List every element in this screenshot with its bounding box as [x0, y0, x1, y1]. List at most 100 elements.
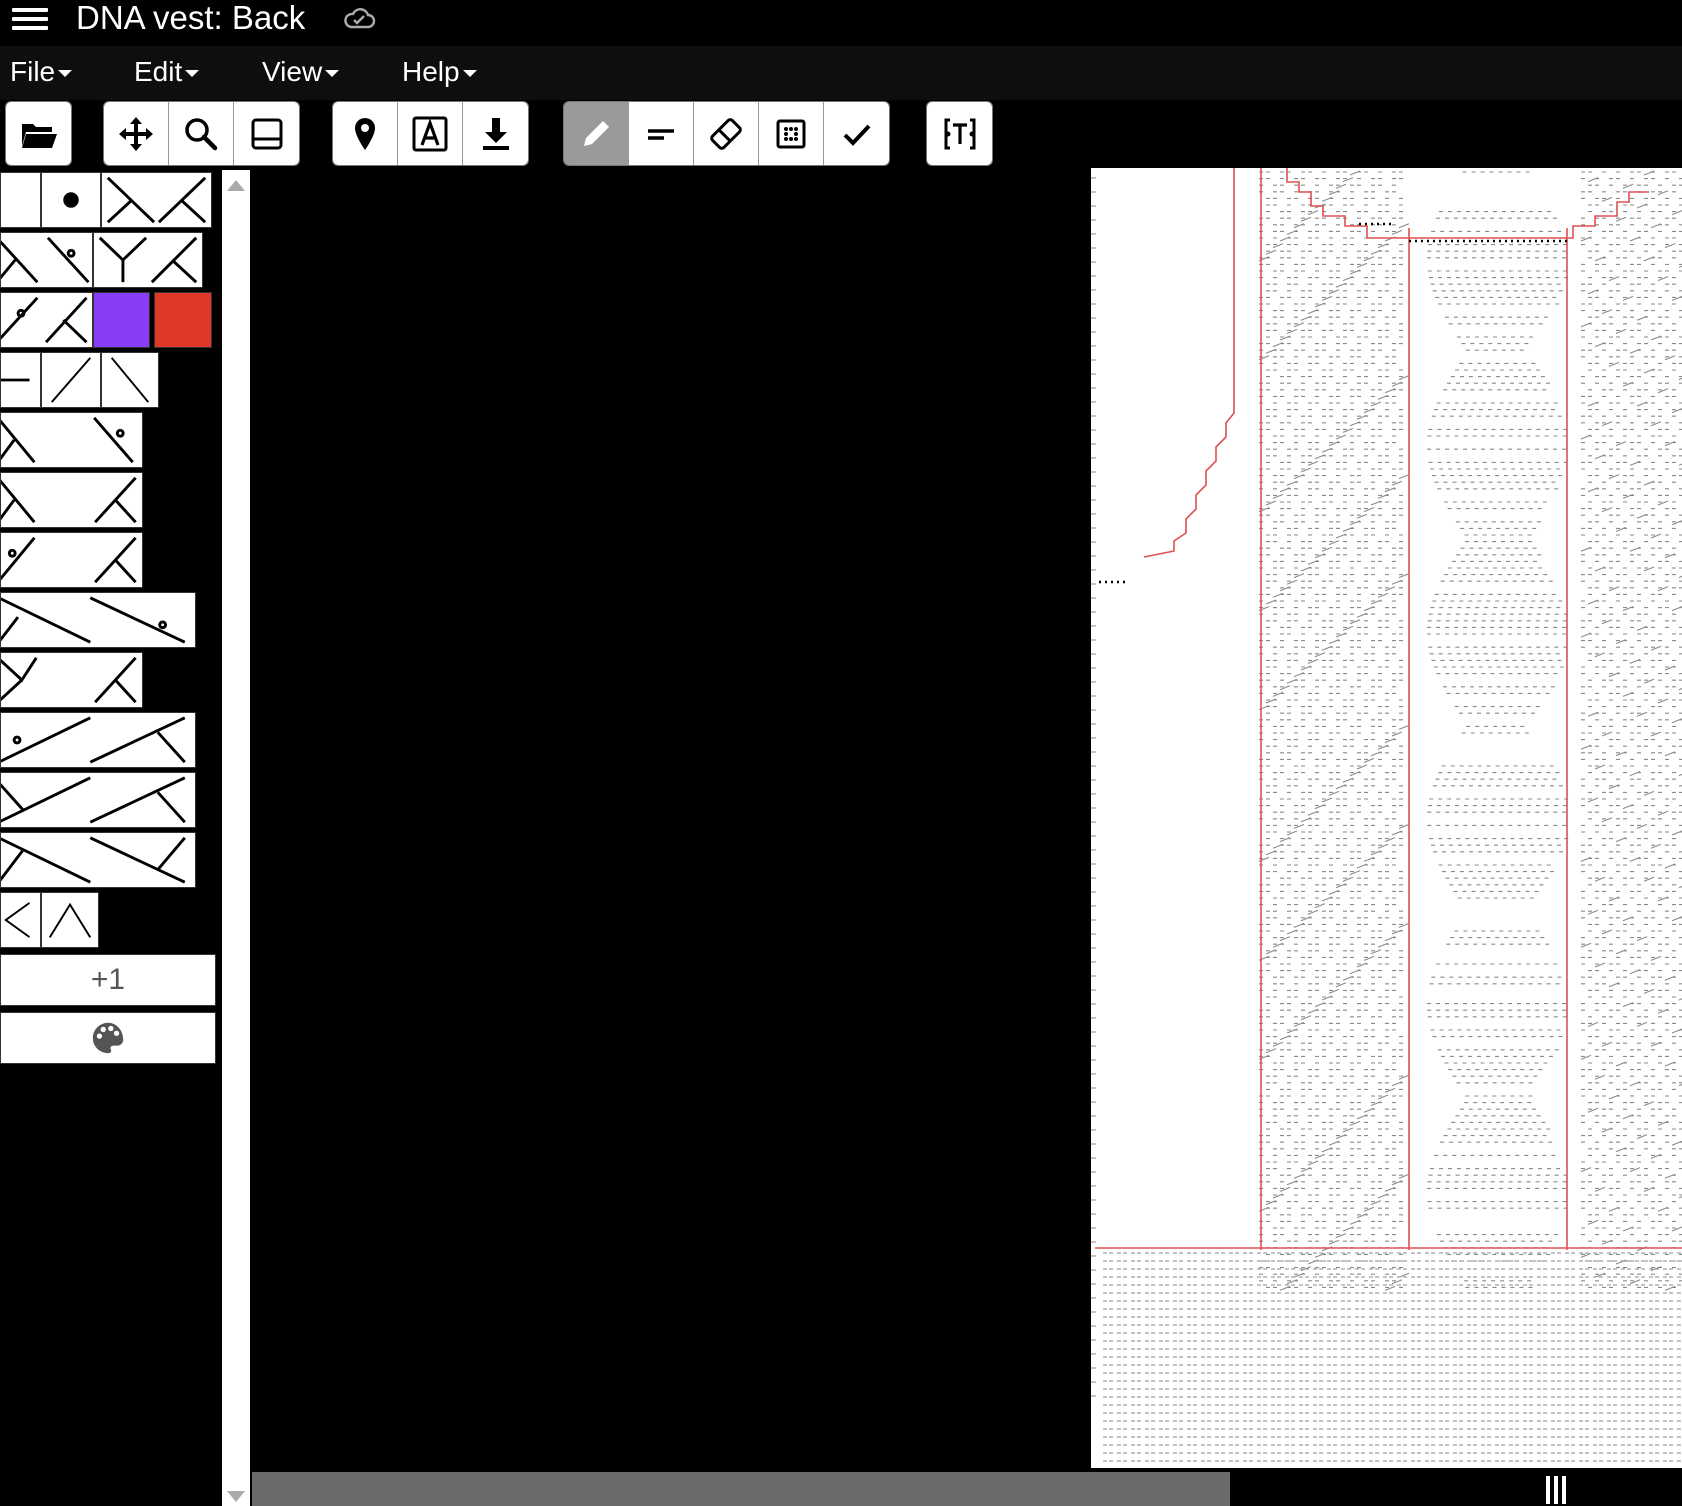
scroll-grip-icon[interactable]: [1542, 1476, 1572, 1504]
slash-right-icon: [50, 357, 92, 403]
map-pin-icon: [355, 117, 375, 150]
check-button[interactable]: [824, 102, 889, 165]
menu-view-label: View: [262, 56, 323, 87]
folder-open-icon: [21, 123, 57, 148]
panel-icon: [251, 118, 282, 149]
cloud-sync-icon[interactable]: [342, 6, 376, 32]
cable-right-icon: [98, 236, 198, 284]
toolbar-group-view: [103, 101, 300, 166]
menu-file-label: File: [10, 56, 56, 87]
cable-symbol-k[interactable]: [0, 832, 196, 888]
cable-long-purl-icon: [1, 716, 186, 764]
chevron-down-icon: [58, 70, 73, 78]
toolbar: [0, 100, 1682, 168]
title-bar: DNA vest: Back: [0, 0, 1682, 46]
toolbar-group-markers: [332, 101, 529, 166]
panel-button[interactable]: [234, 102, 299, 165]
scroll-up-arrow-icon[interactable]: [227, 180, 245, 191]
zoom-button[interactable]: [169, 102, 234, 165]
cable-left-icon: [1, 236, 90, 284]
cable-cross-symbol[interactable]: [101, 172, 212, 228]
cable-symbol-h[interactable]: [0, 652, 143, 708]
horizontal-scroll-thumb[interactable]: [252, 1472, 1230, 1506]
cable-symbol-i[interactable]: [0, 712, 196, 768]
toolbar-group-edit: [563, 101, 890, 166]
add-symbol-button[interactable]: +1: [0, 954, 216, 1006]
cable-symbol-b[interactable]: [93, 232, 203, 288]
chevron-down-icon: [462, 70, 477, 78]
menu-file[interactable]: File: [10, 54, 73, 90]
letter-a-icon: [412, 116, 448, 151]
horizontal-scrollbar[interactable]: [252, 1470, 1682, 1506]
stitch-palette: +1: [0, 170, 216, 1506]
grid-select-icon: [776, 119, 806, 148]
text-box-button[interactable]: [927, 102, 992, 165]
slash-left-icon: [110, 357, 150, 403]
cable-cross-icon: [106, 176, 207, 224]
pin-button[interactable]: [333, 102, 398, 165]
cable-symbol-d[interactable]: [0, 412, 143, 468]
chevron-down-icon: [325, 70, 340, 78]
menu-help-label: Help: [402, 56, 460, 87]
move-button[interactable]: [104, 102, 169, 165]
line-tool-icon: [648, 128, 674, 140]
cable-symbol-c[interactable]: [0, 292, 93, 348]
knitting-chart-grid[interactable]: [1091, 168, 1682, 1468]
decrease-right-icon: [48, 902, 92, 938]
cable-purl-icon: [1, 296, 88, 344]
text-box-icon: [944, 118, 975, 149]
ssk-symbol[interactable]: [101, 352, 159, 408]
cable-symbol-g[interactable]: [0, 592, 196, 648]
menu-edit-label: Edit: [134, 56, 183, 87]
cable-symbol-e[interactable]: [0, 472, 143, 528]
line-button[interactable]: [629, 102, 694, 165]
scroll-down-arrow-icon[interactable]: [227, 1491, 245, 1502]
pencil-button[interactable]: [564, 102, 629, 165]
purple-color-swatch[interactable]: [93, 292, 150, 348]
download-icon: [482, 117, 509, 150]
move-arrows-icon: [119, 116, 153, 151]
menu-edit[interactable]: Edit: [134, 54, 200, 90]
chevron-down-icon: [185, 70, 200, 78]
menu-bar: File Edit View Help: [0, 46, 1682, 100]
cable-wide-icon: [1, 416, 134, 464]
purl-stitch-symbol[interactable]: [41, 172, 101, 228]
cable-wide-cross-icon: [1, 476, 137, 524]
menu-view[interactable]: View: [262, 54, 340, 90]
toolbar-group-textbox: [926, 101, 993, 166]
color-palette-button[interactable]: [0, 1012, 216, 1064]
cable-long-right-icon: [1, 836, 186, 884]
cable-symbol-j[interactable]: [0, 772, 196, 828]
document-title: DNA vest: Back: [76, 0, 306, 36]
k2tog-symbol[interactable]: [41, 352, 101, 408]
cable-long-icon: [1, 596, 186, 644]
knit-stitch-symbol[interactable]: [0, 172, 41, 228]
open-folder-button[interactable]: [6, 102, 71, 165]
cable-symbol-f[interactable]: [0, 532, 143, 588]
search-icon: [185, 117, 218, 150]
eraser-icon: [710, 117, 742, 150]
check-icon: [843, 124, 870, 146]
dot-symbol-icon: [63, 192, 79, 208]
text-button[interactable]: [398, 102, 463, 165]
eraser-button[interactable]: [694, 102, 759, 165]
cable-wide-purl-icon: [1, 536, 137, 584]
download-button[interactable]: [463, 102, 528, 165]
decrease-right-symbol[interactable]: [41, 892, 99, 948]
palette-icon: [92, 1022, 124, 1054]
blank-symbol-icon: [1, 173, 40, 227]
cable-symbol-a[interactable]: [0, 232, 93, 288]
dash-icon: [1, 378, 30, 382]
decrease-left-symbol[interactable]: [0, 892, 41, 948]
grid-select-button[interactable]: [759, 102, 824, 165]
dash-stitch-symbol[interactable]: [0, 352, 41, 408]
cable-wide-left-icon: [1, 656, 137, 704]
hamburger-menu-icon[interactable]: [10, 4, 50, 34]
red-color-swatch[interactable]: [154, 292, 212, 348]
palette-scrollbar[interactable]: [222, 170, 250, 1506]
pencil-icon: [584, 120, 609, 146]
toolbar-group-file: [5, 101, 72, 166]
cable-long-cross-icon: [1, 776, 186, 824]
chart-texture: [1091, 170, 1682, 1462]
menu-help[interactable]: Help: [402, 54, 477, 90]
